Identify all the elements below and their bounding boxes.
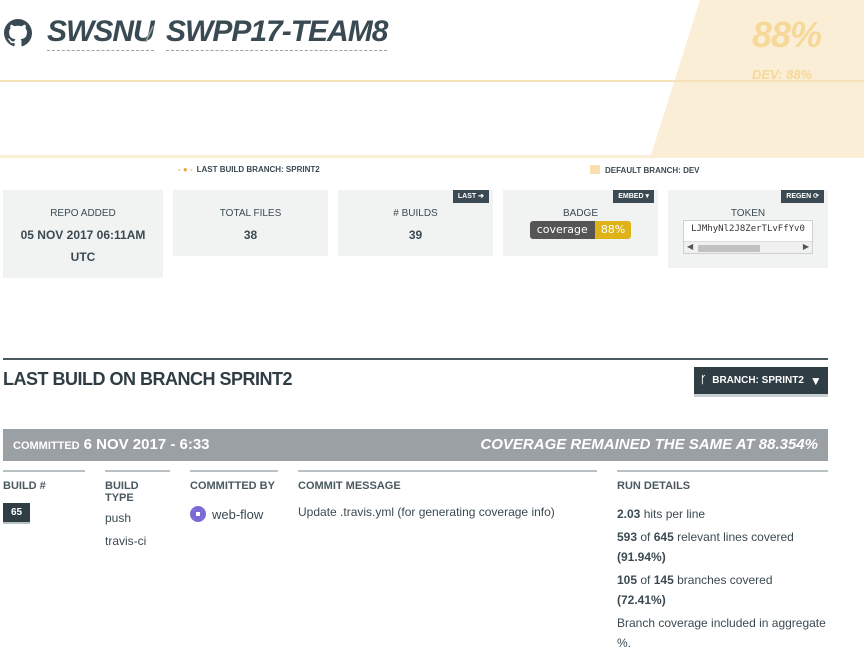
of-text: of: [640, 530, 651, 544]
path-separator: /: [146, 22, 153, 47]
legend-last-build-branch: - ● - LAST BUILD BRANCH: SPRINT2: [178, 165, 320, 174]
regen-tag[interactable]: REGEN ⟳: [781, 190, 824, 203]
of-text: of: [640, 573, 651, 587]
legend-default-branch: DEFAULT BRANCH: DEV: [590, 165, 700, 175]
card-label: REPO ADDED: [50, 208, 116, 219]
badge-card: EMBED ▾ BADGE coverage 88%: [503, 190, 658, 256]
repo-added-card: REPO ADDED 05 NOV 2017 06:11AM UTC: [3, 190, 163, 278]
card-label: TOKEN: [730, 208, 766, 219]
card-value: 05 NOV 2017 06:11AM UTC: [3, 224, 163, 268]
column-header: COMMITTED BY: [190, 470, 278, 496]
lines-total-value: 645: [653, 530, 674, 544]
scroll-left-icon[interactable]: ◀: [687, 242, 693, 251]
legend-label: LAST BUILD BRANCH: SPRINT2: [196, 165, 320, 174]
branches-total-value: 145: [653, 573, 674, 587]
scroll-thumb[interactable]: [698, 245, 760, 252]
column-header: COMMIT MESSAGE: [298, 470, 597, 496]
hits-per-line: 2.03 hits per line: [617, 504, 828, 524]
column-header: BUILD #: [3, 470, 85, 496]
committed-label: COMMITTED: [13, 440, 80, 452]
refresh-icon: ⟳: [813, 193, 819, 200]
embed-tag[interactable]: EMBED ▾: [613, 190, 654, 203]
scroll-right-icon[interactable]: ▶: [803, 242, 809, 251]
repo-link[interactable]: SWPP17-TEAM8: [166, 14, 388, 51]
lines-percent: (91.94%): [617, 550, 666, 564]
token-card: REGEN ⟳ TOKEN LJMhyNl2J8ZerTLvFfYv0 ◀ ▶: [668, 190, 828, 268]
tag-label: REGEN: [786, 193, 812, 200]
header-bottom-divider: [0, 155, 864, 158]
build-service: travis-ci: [105, 534, 147, 548]
legend-label: DEFAULT BRANCH: DEV: [605, 166, 700, 175]
committed-by-column: COMMITTED BY web-flow: [190, 470, 278, 526]
badge-left: coverage: [529, 221, 595, 239]
github-icon[interactable]: [4, 19, 32, 47]
build-number-link[interactable]: 65: [3, 503, 31, 524]
branches-covered-value: 105: [617, 573, 638, 587]
git-branch-icon: ᚴ: [700, 375, 707, 386]
run-details-column: RUN DETAILS 2.03 hits per line 593 of 64…: [617, 470, 828, 656]
repo-added-timezone: UTC: [70, 250, 96, 264]
column-header: BUILD TYPE: [105, 470, 170, 504]
committer[interactable]: web-flow: [190, 503, 278, 526]
build-event: push: [105, 511, 132, 525]
token-field[interactable]: LJMhyNl2J8ZerTLvFfYv0 ◀ ▶: [683, 220, 813, 254]
square-swatch-icon: [590, 165, 600, 174]
coverage-badge[interactable]: coverage 88%: [529, 221, 632, 239]
hits-text: hits per line: [643, 507, 706, 521]
commit-message[interactable]: Update .travis.yml (for generating cover…: [298, 501, 597, 524]
branch-button-label: BRANCH: SPRINT2: [712, 375, 804, 386]
branches-covered: 105 of 145 branches covered (72.41%): [617, 570, 828, 610]
lines-covered: 593 of 645 relevant lines covered (91.94%…: [617, 527, 828, 567]
card-label: # BUILDS: [393, 208, 438, 219]
commit-summary-bar: COMMITTED 6 NOV 2017 - 6:33 COVERAGE REMA…: [3, 429, 828, 461]
token-scrollbar[interactable]: ◀ ▶: [684, 241, 812, 253]
committed-date-value: 6 NOV 2017 - 6:33: [83, 436, 210, 453]
section-divider: [3, 358, 828, 360]
lines-covered-value: 593: [617, 530, 638, 544]
commit-message-column: COMMIT MESSAGE Update .travis.yml (for g…: [298, 470, 597, 524]
branches-text: branches covered: [677, 573, 773, 587]
section-title: LAST BUILD ON BRANCH SPRINT2: [3, 369, 293, 389]
tag-label: LAST: [457, 193, 477, 200]
card-value: 39: [408, 228, 423, 242]
dev-branch-coverage: DEV: 88%: [752, 67, 813, 82]
org-link[interactable]: SWSNU: [47, 14, 155, 51]
coverage-status: COVERAGE REMAINED THE SAME AT 88.354%: [480, 436, 818, 453]
card-value: 38: [243, 228, 258, 242]
committer-name: web-flow: [212, 507, 264, 522]
coverage-percent: 88%: [752, 14, 822, 55]
lines-text: relevant lines covered: [677, 530, 794, 544]
card-label: TOTAL FILES: [219, 208, 282, 219]
run-details: 2.03 hits per line 593 of 645 relevant l…: [617, 504, 828, 653]
header-divider: [0, 80, 864, 82]
repo-header: SWSNU / SWPP17-TEAM8 88% DEV: 88%: [0, 0, 864, 158]
total-files-card: TOTAL FILES 38: [173, 190, 328, 256]
branch-coverage-note: Branch coverage included in aggregate %.: [617, 616, 826, 650]
arrow-circle-icon: ➔: [478, 193, 484, 200]
build-type-column: BUILD TYPE push travis-ci: [105, 470, 170, 553]
build-type-values: push travis-ci: [105, 507, 170, 553]
dashed-line-icon: - ● -: [178, 165, 193, 174]
button-shadow: [694, 394, 828, 397]
branches-percent: (72.41%): [617, 593, 666, 607]
build-number-column: BUILD # 65: [3, 470, 85, 524]
repo-added-date: 05 NOV 2017 06:11AM: [20, 228, 146, 242]
badge-right: 88%: [594, 221, 632, 239]
builds-card: LAST ➔ # BUILDS 39: [338, 190, 493, 256]
commit-date: COMMITTED 6 NOV 2017 - 6:33: [13, 436, 210, 453]
caret-down-icon: ▼: [809, 373, 822, 388]
branch-selector-button[interactable]: ᚴ BRANCH: SPRINT2 ▼: [694, 367, 828, 397]
card-label: BADGE: [562, 208, 598, 219]
last-build-tag[interactable]: LAST ➔: [452, 190, 489, 203]
hits-value: 2.03: [617, 507, 641, 521]
avatar: [190, 506, 206, 522]
token-value: LJMhyNl2J8ZerTLvFfYv0: [691, 224, 805, 234]
column-header: RUN DETAILS: [617, 470, 828, 496]
